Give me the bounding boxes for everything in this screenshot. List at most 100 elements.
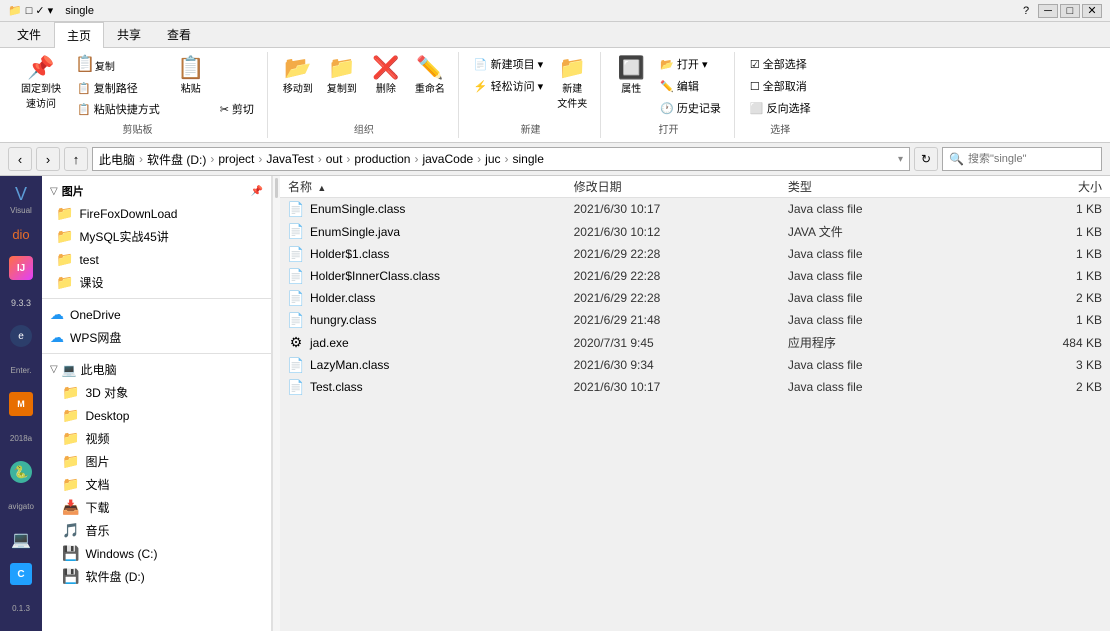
paste-button[interactable]: 📋 粘贴 — [171, 54, 211, 98]
sidebar-scrollbar[interactable] — [272, 176, 280, 631]
address-part-javacode: javaCode — [422, 152, 473, 166]
folder-icon-2: 📁 — [56, 228, 73, 245]
sidebar-item-keshej[interactable]: 📁 课设 — [42, 271, 271, 294]
address-sep-7: › — [477, 152, 481, 166]
matlab-icon-item[interactable]: M — [3, 389, 39, 419]
sidebar-item-windows-c[interactable]: 💾 Windows (C:) — [42, 542, 271, 565]
sidebar-item-test[interactable]: 📁 test — [42, 248, 271, 271]
file-size: 3 KB — [1002, 358, 1102, 372]
sidebar-item-video[interactable]: 📁 视频 — [42, 427, 271, 450]
matlab2-icon-item[interactable]: 2018a — [3, 423, 39, 453]
sidebar-item-music[interactable]: 🎵 音乐 — [42, 519, 271, 542]
ribbon-group-open: 🔲 属性 📂 打开 ▾ ✏️ 编辑 🕐 历史记录 打开 — [603, 52, 735, 138]
search-box[interactable]: 🔍 — [942, 147, 1102, 171]
eclipse-icon-item[interactable]: e — [3, 321, 39, 351]
visual-icon-item[interactable]: V Visual — [3, 184, 39, 215]
navigator-icon-item[interactable]: avigato — [3, 491, 39, 521]
address-bar[interactable]: 此电脑 › 软件盘 (D:) › project › JavaTest › ou… — [92, 147, 910, 171]
sidebar-item-software-d[interactable]: 💾 软件盘 (D:) — [42, 565, 271, 588]
move-to-button[interactable]: 📂 移动到 — [278, 54, 318, 98]
enter-icon-item[interactable]: Enter. — [3, 355, 39, 385]
file-name: Holder.class — [310, 291, 375, 305]
cut-button[interactable]: ✂ 剪切 — [215, 99, 259, 119]
pin-to-quick-access-button[interactable]: 📌 固定到快速访问 — [16, 54, 66, 113]
copy-to-button[interactable]: 📁 复制到 — [322, 54, 362, 98]
forward-button[interactable]: › — [36, 147, 60, 171]
table-row[interactable]: ⚙ jad.exe 2020/7/31 9:45 应用程序 484 KB — [280, 331, 1110, 354]
header-date[interactable]: 修改日期 — [574, 178, 788, 195]
table-row[interactable]: 📄 Holder$InnerClass.class 2021/6/29 22:2… — [280, 265, 1110, 287]
close-button[interactable]: ✕ — [1082, 4, 1102, 18]
folder-icon-3d: 📁 — [62, 384, 79, 401]
file-type: Java class file — [788, 291, 1002, 305]
sidebar-item-mysql[interactable]: 📁 MySQL实战45讲 — [42, 225, 271, 248]
visual-icon: V — [15, 184, 27, 205]
table-row[interactable]: 📄 Holder$1.class 2021/6/29 22:28 Java cl… — [280, 243, 1110, 265]
table-row[interactable]: 📄 EnumSingle.class 2021/6/30 10:17 Java … — [280, 198, 1110, 220]
search-input[interactable] — [968, 153, 1095, 165]
table-row[interactable]: 📄 hungry.class 2021/6/29 21:48 Java clas… — [280, 309, 1110, 331]
sidebar-label-firefox: FireFoxDownLoad — [79, 207, 177, 221]
file-type: Java class file — [788, 247, 1002, 261]
collapse-arrow[interactable]: ▽ — [50, 186, 58, 197]
sidebar-item-3dobjects[interactable]: 📁 3D 对象 — [42, 381, 271, 404]
sidebar-item-documents[interactable]: 📁 文档 — [42, 473, 271, 496]
tab-file[interactable]: 文件 — [4, 21, 54, 47]
pc-collapse-arrow[interactable]: ▽ — [50, 364, 58, 375]
quick-access-toolbar: □ ✓ ▾ — [26, 4, 54, 17]
help-button[interactable]: ? — [1016, 4, 1036, 18]
header-type[interactable]: 类型 — [788, 178, 1002, 195]
sidebar-item-firefoxdownload[interactable]: 📁 FireFoxDownLoad — [42, 202, 271, 225]
history-button[interactable]: 🕐 历史记录 — [655, 98, 726, 118]
sidebar-item-pictures[interactable]: 📁 图片 — [42, 450, 271, 473]
tab-share[interactable]: 共享 — [104, 21, 154, 47]
rename-button[interactable]: ✏️ 重命名 — [410, 54, 450, 98]
header-name[interactable]: 名称 ▲ — [288, 178, 574, 195]
pin-sidebar-icon[interactable]: 📌 — [251, 186, 263, 197]
maximize-button[interactable]: □ — [1060, 4, 1080, 18]
pc-icon-item[interactable]: 💻 — [3, 525, 39, 555]
address-dropdown-arrow[interactable]: ▾ — [898, 154, 903, 165]
ij2-icon-item[interactable]: 9.3.3 — [3, 287, 39, 317]
dio-icon-item[interactable]: dio — [3, 219, 39, 249]
up-button[interactable]: ↑ — [64, 147, 88, 171]
new-folder-button[interactable]: 📁 新建文件夹 — [552, 54, 592, 113]
tab-home[interactable]: 主页 — [54, 22, 104, 48]
select-all-icon: ☑ — [750, 58, 760, 71]
delete-button[interactable]: ❌ 删除 — [366, 54, 406, 98]
open-button[interactable]: 📂 打开 ▾ — [655, 54, 726, 74]
sidebar-label-video: 视频 — [85, 430, 109, 447]
select-none-button[interactable]: ☐ 全部取消 — [745, 76, 816, 96]
address-sep-8: › — [505, 152, 509, 166]
file-type: Java class file — [788, 313, 1002, 327]
table-row[interactable]: 📄 Holder.class 2021/6/29 22:28 Java clas… — [280, 287, 1110, 309]
charm-icon-item[interactable]: C — [3, 559, 39, 589]
sidebar-item-desktop[interactable]: 📁 Desktop — [42, 404, 271, 427]
sidebar-label-pictures: 图片 — [85, 453, 109, 470]
minimize-button[interactable]: ─ — [1038, 4, 1058, 18]
intellij-icon-item[interactable]: IJ — [3, 253, 39, 283]
sidebar-item-onedrive[interactable]: ☁ OneDrive — [42, 303, 271, 326]
invert-selection-button[interactable]: ⬜ 反向选择 — [745, 98, 816, 118]
table-row[interactable]: 📄 LazyMan.class 2021/6/30 9:34 Java clas… — [280, 354, 1110, 376]
table-row[interactable]: 📄 EnumSingle.java 2021/6/30 10:12 JAVA 文… — [280, 220, 1110, 243]
charm2-icon-item[interactable]: 0.1.3 — [3, 593, 39, 623]
properties-button[interactable]: 🔲 属性 — [611, 54, 651, 98]
select-all-button[interactable]: ☑ 全部选择 — [745, 54, 816, 74]
sidebar-label-desktop: Desktop — [85, 409, 129, 423]
copy-path-button[interactable]: 📋 复制路径 — [72, 78, 165, 98]
refresh-button[interactable]: ↻ — [914, 147, 938, 171]
edit-button[interactable]: ✏️ 编辑 — [655, 76, 726, 96]
tab-view[interactable]: 查看 — [154, 21, 204, 47]
anaconda-icon-item[interactable]: 🐍 — [3, 457, 39, 487]
copy-button[interactable]: 📋 复制 — [70, 54, 167, 76]
new-item-button[interactable]: 📄 新建项目 ▾ — [469, 54, 548, 74]
scrollbar-thumb[interactable] — [275, 178, 278, 198]
sidebar-item-downloads[interactable]: 📥 下载 — [42, 496, 271, 519]
sidebar-item-wpsdisk[interactable]: ☁ WPS网盘 — [42, 326, 271, 349]
table-row[interactable]: 📄 Test.class 2021/6/30 10:17 Java class … — [280, 376, 1110, 398]
header-size[interactable]: 大小 — [1002, 178, 1102, 195]
paste-shortcut-button[interactable]: 📋 粘贴快捷方式 — [72, 99, 165, 119]
easy-access-button[interactable]: ⚡ 轻松访问 ▾ — [469, 76, 548, 96]
back-button[interactable]: ‹ — [8, 147, 32, 171]
